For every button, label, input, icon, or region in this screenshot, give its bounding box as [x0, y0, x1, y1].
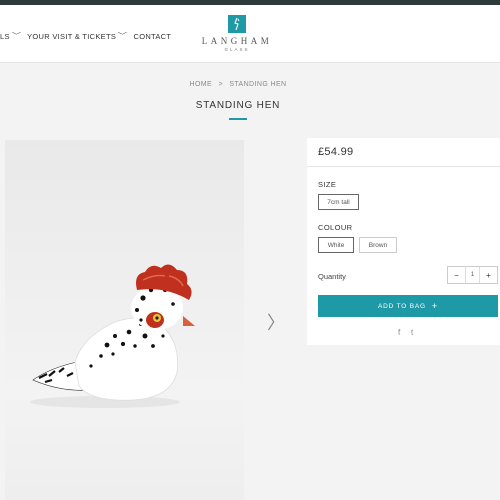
quantity-input[interactable]: 1: [465, 267, 480, 283]
nav-item-partial[interactable]: LS ﹀: [0, 31, 27, 41]
title-underline: [229, 118, 247, 120]
breadcrumb-separator: >: [218, 81, 223, 88]
product-price: £54.99: [318, 146, 354, 158]
breadcrumb-current: STANDING HEN: [229, 81, 287, 88]
quantity-stepper: − 1 +: [447, 266, 498, 284]
colour-option-white[interactable]: White: [318, 237, 354, 253]
nav-item-label: CONTACT: [133, 31, 172, 41]
hen-illustration: [30, 264, 195, 408]
site-header: LS ﹀ YOUR VISIT & TICKETS ﹀ CONTACT LANG…: [0, 5, 500, 63]
nav-item-label: YOUR VISIT & TICKETS: [27, 31, 117, 41]
main-nav: LS ﹀ YOUR VISIT & TICKETS ﹀ CONTACT: [0, 31, 171, 41]
plus-icon: +: [431, 301, 438, 311]
chevron-right-icon[interactable]: 〉: [267, 313, 285, 333]
breadcrumb: HOME > STANDING HEN: [0, 81, 476, 88]
nav-item-contact[interactable]: CONTACT: [133, 31, 171, 41]
quantity-decrease-button[interactable]: −: [448, 267, 465, 283]
size-option-7cm[interactable]: 7cm tall: [318, 194, 359, 210]
chevron-down-icon: ﹀: [11, 33, 22, 40]
product-panel: £54.99 SIZE 7cm tall COLOUR White Brown …: [307, 138, 500, 345]
product-image[interactable]: [5, 140, 244, 500]
facebook-icon[interactable]: f: [398, 328, 400, 337]
twitter-icon[interactable]: t: [411, 328, 413, 337]
add-to-bag-label: ADD TO BAG: [378, 302, 426, 310]
colour-option-brown[interactable]: Brown: [359, 237, 397, 253]
breadcrumb-home[interactable]: HOME: [189, 81, 212, 88]
site-logo[interactable]: LANGHAM GLASS: [199, 15, 275, 59]
divider: [307, 166, 500, 167]
quantity-label: Quantity: [318, 272, 346, 281]
page-title: STANDING HEN: [195, 100, 281, 111]
colour-label: COLOUR: [318, 223, 353, 232]
nav-item-label: LS: [0, 31, 10, 41]
nav-item-visit-tickets[interactable]: YOUR VISIT & TICKETS ﹀: [27, 31, 133, 41]
logo-sub: GLASS: [224, 47, 250, 52]
logo-name: LANGHAM: [201, 36, 273, 46]
chevron-down-icon: ﹀: [118, 33, 128, 40]
logo-mark-icon: [228, 15, 246, 33]
size-label: SIZE: [318, 180, 337, 189]
quantity-increase-button[interactable]: +: [480, 267, 497, 283]
add-to-bag-button[interactable]: ADD TO BAG +: [318, 295, 498, 317]
